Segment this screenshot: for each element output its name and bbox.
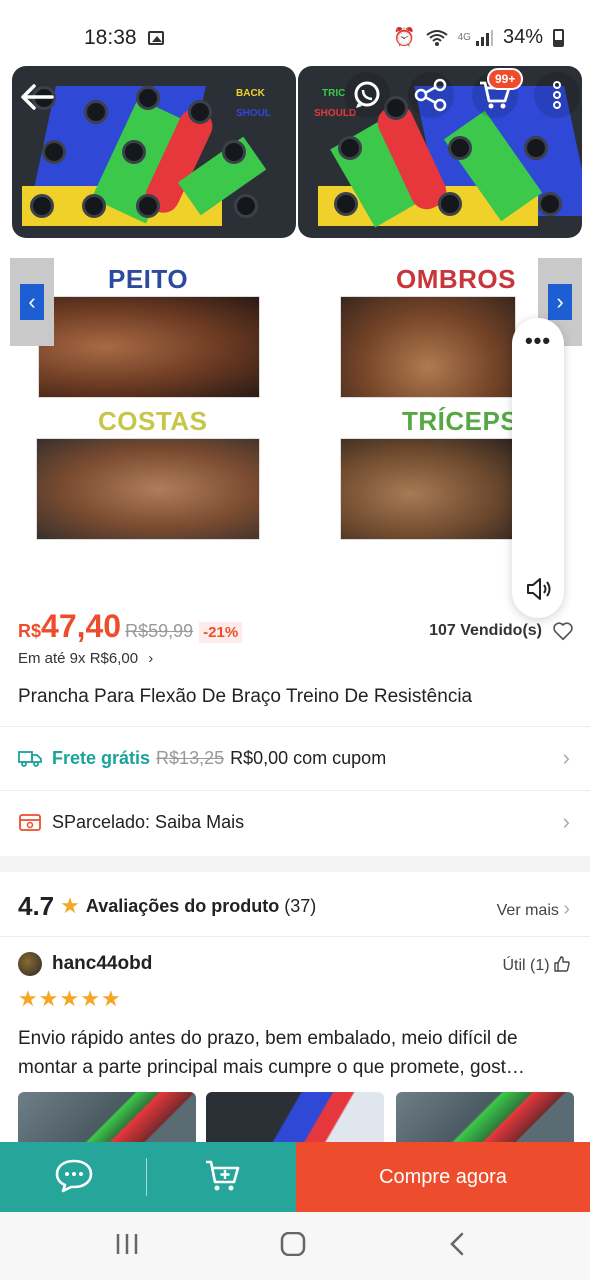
whatsapp-share-button[interactable] [344,72,390,118]
useful-label: Útil (1) [502,957,550,974]
installments-chevron-icon: › [148,650,154,667]
divider [0,936,590,937]
muscle-label-costas: COSTAS [98,406,208,436]
ratings-label: Avaliações do produto [85,895,280,916]
shipping-old-price: R$13,25 [156,747,225,768]
recent-apps-icon[interactable] [114,1232,140,1256]
see-more-label: Ver mais [496,902,559,919]
chat-icon[interactable] [54,1158,94,1194]
chest-photo [38,296,260,398]
status-time: 18:38 [84,26,137,49]
more-vertical-icon [553,81,561,109]
star-icon: ★ [59,986,81,1011]
wifi-icon [426,29,448,46]
shipping-row[interactable]: Frete grátis R$13,25 R$0,00 com cupom › [0,728,590,788]
muscle-label-triceps: TRÍCEPS [402,406,519,436]
gallery-notification-icon [148,31,164,45]
star-icon: ★ [80,986,101,1011]
chevron-right-icon: › [562,809,570,834]
signal-icon [475,29,493,46]
ratings-count: (37) [284,895,317,916]
truck-icon [18,751,42,767]
sold-count: 107 Vendido(s) [429,622,542,639]
installments-text: Em até 9x R$6,00 [18,650,139,667]
star-icon: ★ [100,986,122,1011]
secondary-actions [0,1142,296,1212]
review-text: Envio rápido antes do prazo, bem embalad… [18,1028,525,1078]
system-nav-bar [0,1212,590,1280]
floating-media-panel[interactable]: ••• [512,318,564,618]
back-arrow-icon [21,84,54,110]
review-stars: ★★★★★ [18,986,122,1012]
chevron-left-icon: ‹ [20,284,44,320]
star-icon: ★ [38,986,60,1011]
board-label-tric: TRIC [322,88,346,99]
bottom-action-bar: Compre agora [0,1142,590,1212]
review-photo-thumbnail[interactable] [206,1092,384,1148]
free-shipping-label: Frete grátis [52,747,151,768]
share-button[interactable] [408,72,454,118]
share-icon [414,78,447,112]
favorite-heart-icon[interactable] [552,620,574,642]
star-icon: ★ [60,893,80,918]
buy-now-button[interactable]: Compre agora [296,1142,590,1212]
battery-icon [553,28,564,47]
shoulders-photo [340,296,516,398]
reviewer: hanc44obd [18,952,152,976]
speaker-icon[interactable] [524,574,554,604]
discount-badge: -21% [199,622,243,643]
section-gap [0,856,590,872]
rating-score: 4.7 [18,890,55,921]
reviewer-name: hanc44obd [52,953,153,974]
chevron-right-icon: › [562,745,570,770]
whatsapp-icon [354,81,380,108]
thumbs-up-icon [554,956,570,972]
network-type: 4G [457,32,471,43]
muscle-label-peito: PEITO [108,264,189,294]
divider [146,1158,147,1196]
product-title: Prancha Para Flexão De Braço Treino De R… [18,686,473,707]
board-label-shoul: SHOUL [236,108,271,119]
ratings-header: 4.7 ★ Avaliações do produto (37) [18,880,572,932]
avatar [18,952,42,976]
sparcelado-row[interactable]: SParcelado: Saiba Mais › [0,792,590,852]
back-photo [36,438,260,540]
add-to-cart-icon[interactable] [204,1158,242,1194]
review-photo-thumbnail[interactable] [18,1092,196,1148]
star-icon: ★ [18,986,39,1011]
shipping-new-price: R$0,00 com cupom [230,747,387,768]
installments-link[interactable]: Em até 9x R$6,00 › [18,650,153,667]
home-icon[interactable] [280,1232,306,1256]
see-more-reviews-link[interactable]: Ver mais › [497,898,570,921]
status-right: ⏰ 4G 34% [393,26,564,49]
current-price: 47,40 [41,608,122,644]
back-nav-icon[interactable] [448,1232,468,1256]
carousel-prev-button[interactable]: ‹ [10,258,54,346]
triceps-photo [340,438,516,540]
chevron-right-icon: › [563,898,570,920]
review-photo-thumbnail[interactable] [396,1092,574,1148]
more-options-button[interactable] [534,72,580,118]
panel-more-icon[interactable]: ••• [512,328,564,354]
installment-card-icon [19,814,41,831]
alarm-icon: ⏰ [393,27,416,47]
muscle-label-ombros: OMBROS [396,264,516,294]
divider [0,726,590,727]
cart-count-badge: 99+ [487,68,524,90]
original-price: R$59,99 [125,621,194,641]
battery-percent: 34% [502,26,543,48]
board-label-back: BACK [236,88,265,99]
sparcelado-label: SParcelado: Saiba Mais [52,811,245,832]
chevron-right-icon: › [548,284,572,320]
back-button[interactable] [14,74,60,120]
divider [0,790,590,791]
useful-button[interactable]: Útil (1) [502,956,570,975]
product-image[interactable]: BACK SHOUL TRIC SHOULD 99+ PEITO OMBROS … [0,60,590,600]
price-currency: R$ [18,621,42,641]
